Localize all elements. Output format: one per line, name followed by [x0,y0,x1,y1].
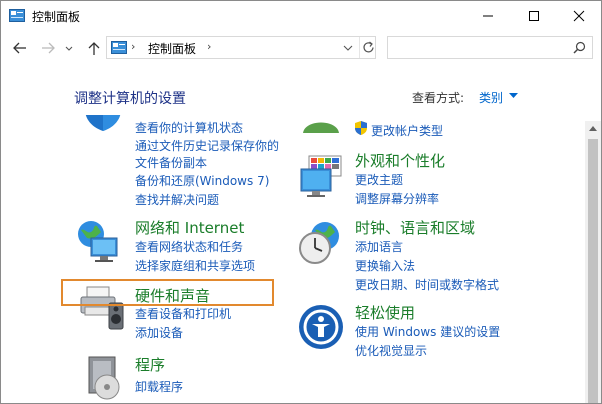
scroll-up-arrow-icon[interactable] [589,125,597,131]
link-backup-restore[interactable]: 备份和还原(Windows 7) [135,172,269,189]
vertical-scrollbar[interactable] [585,121,601,403]
breadcrumb-separator[interactable]: › [131,40,135,53]
caret-down-icon[interactable] [509,93,518,99]
network-icon[interactable] [75,218,123,266]
ease-of-access-icon[interactable] [297,303,345,351]
control-panel-icon [111,41,127,54]
arrow-up-icon [88,42,100,55]
link-file-history[interactable]: 通过文件历史记录保存你的 [135,137,279,154]
link-troubleshoot[interactable]: 查找并解决问题 [135,191,219,208]
address-dropdown-button[interactable] [339,37,357,58]
link-add-device[interactable]: 添加设备 [135,324,183,341]
link-change-input-method[interactable]: 更换输入法 [355,257,415,274]
search-box[interactable] [387,36,593,59]
link-network-status[interactable]: 查看网络状态和任务 [135,238,243,255]
shield-icon [355,121,367,135]
category-ease-of-access[interactable]: 轻松使用 [355,302,415,323]
window-title: 控制面板 [32,10,81,24]
system-security-icon[interactable] [79,115,127,133]
recent-locations-button[interactable] [63,39,75,57]
page-title: 调整计算机的设置 [74,91,186,107]
scrollbar-thumb[interactable] [588,139,598,403]
back-button[interactable] [11,39,29,57]
view-by-dropdown[interactable]: 类别 [479,89,503,106]
category-network-internet[interactable]: 网络和 Internet [135,217,244,238]
close-icon [573,10,585,22]
search-input[interactable] [392,39,562,56]
minimize-button[interactable] [465,1,511,31]
category-panel: 查看你的计算机状态 通过文件历史记录保存你的 文件备份副本 备份和还原(Wind… [1,115,585,403]
chevron-down-icon [343,45,353,51]
link-screen-resolution[interactable]: 调整屏幕分辨率 [355,190,439,207]
up-button[interactable] [85,39,103,57]
user-accounts-icon[interactable] [297,115,345,135]
link-uninstall-program[interactable]: 卸载程序 [135,378,183,395]
breadcrumb-control-panel[interactable]: 控制面板 [148,40,196,57]
category-programs[interactable]: 程序 [135,354,165,375]
link-homegroup[interactable]: 选择家庭组和共享选项 [135,257,255,274]
link-optimize-visual-display[interactable]: 优化视觉显示 [355,342,427,359]
arrow-right-icon [42,42,55,54]
search-icon[interactable] [573,41,586,54]
breadcrumb-separator[interactable]: › [207,40,211,53]
link-view-computer-status[interactable]: 查看你的计算机状态 [135,119,243,136]
appearance-icon[interactable] [297,153,345,201]
link-change-date-time-format[interactable]: 更改日期、时间或数字格式 [355,276,499,293]
address-bar[interactable]: › 控制面板 › [106,36,376,59]
link-devices-printers[interactable]: 查看设备和打印机 [135,305,231,322]
category-clock-language-region[interactable]: 时钟、语言和区域 [355,217,475,238]
control-panel-window: 控制面板 › 控制面板 › 调整计算机的设置 查看方式: 类别 查看你的计算机状… [0,0,602,404]
link-change-theme[interactable]: 更改主题 [355,171,403,188]
clock-region-icon[interactable] [297,218,345,266]
minimize-icon [483,15,493,17]
highlight-box [61,279,274,306]
maximize-button[interactable] [511,1,557,31]
refresh-icon [363,41,374,53]
link-add-language[interactable]: 添加语言 [355,238,403,255]
title-bar[interactable]: 控制面板 [1,1,601,31]
link-change-account-type[interactable]: 更改帐户类型 [371,122,443,139]
refresh-button[interactable] [359,37,378,58]
view-by-label: 查看方式: [412,91,465,105]
chevron-down-icon [65,46,73,51]
arrow-left-icon [13,42,26,54]
close-button[interactable] [556,1,601,31]
control-panel-icon [9,9,25,22]
maximize-icon [529,11,539,21]
category-appearance[interactable]: 外观和个性化 [355,150,445,171]
link-windows-recommended-settings[interactable]: 使用 Windows 建议的设置 [355,323,500,340]
programs-icon[interactable] [79,353,127,401]
navigation-bar: › 控制面板 › [1,31,601,67]
forward-button[interactable] [39,39,57,57]
link-file-history-cont[interactable]: 文件备份副本 [135,154,207,171]
